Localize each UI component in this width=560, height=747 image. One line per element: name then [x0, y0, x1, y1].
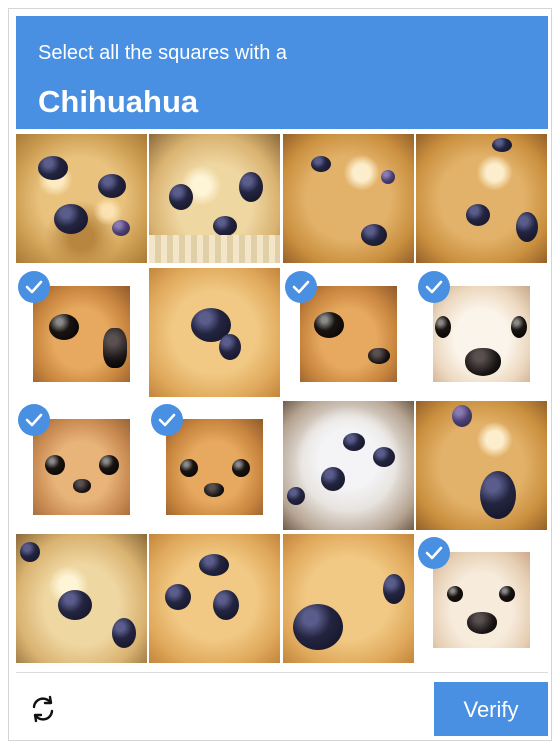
- grid-tile-4[interactable]: [416, 134, 547, 263]
- instruction-text: Select all the squares with a: [38, 42, 288, 64]
- grid-tile-10[interactable]: [149, 401, 280, 530]
- tile-image-chihuahua: [33, 286, 130, 382]
- grid-tile-6[interactable]: [149, 268, 280, 397]
- tile-image-muffin: [283, 534, 414, 663]
- tile-image-muffin: [16, 534, 147, 663]
- grid-tile-12[interactable]: [416, 401, 547, 530]
- tile-image-chihuahua: [433, 286, 530, 382]
- tile-image-muffin: [283, 134, 414, 263]
- check-circle-icon: [418, 271, 450, 303]
- check-circle-icon: [285, 271, 317, 303]
- image-grid: [16, 134, 548, 664]
- grid-tile-11[interactable]: [283, 401, 414, 530]
- grid-tile-15[interactable]: [283, 534, 414, 663]
- tile-image-chihuahua: [166, 419, 263, 515]
- tile-image-muffin: [149, 134, 280, 263]
- grid-tile-3[interactable]: [283, 134, 414, 263]
- grid-tile-1[interactable]: [16, 134, 147, 263]
- grid-tile-14[interactable]: [149, 534, 280, 663]
- check-circle-icon: [18, 404, 50, 436]
- tile-image-muffin: [149, 534, 280, 663]
- reload-icon: [32, 695, 54, 723]
- check-circle-icon: [418, 537, 450, 569]
- grid-tile-7[interactable]: [283, 268, 414, 397]
- verify-button[interactable]: Verify: [434, 682, 548, 736]
- grid-tile-13[interactable]: [16, 534, 147, 663]
- check-circle-icon: [18, 271, 50, 303]
- grid-tile-16[interactable]: [416, 534, 547, 663]
- check-circle-icon: [151, 404, 183, 436]
- tile-image-muffin: [16, 134, 147, 263]
- tile-image-muffin: [283, 401, 414, 530]
- grid-tile-8[interactable]: [416, 268, 547, 397]
- grid-tile-2[interactable]: [149, 134, 280, 263]
- grid-tile-5[interactable]: [16, 268, 147, 397]
- tile-image-muffin: [149, 268, 280, 397]
- grid-tile-9[interactable]: [16, 401, 147, 530]
- footer-divider: [16, 672, 548, 673]
- tile-image-chihuahua: [300, 286, 397, 382]
- target-keyword: Chihuahua: [38, 84, 199, 119]
- tile-image-muffin: [416, 401, 547, 530]
- tile-image-chihuahua: [33, 419, 130, 515]
- captcha-header: Select all the squares with a Chihuahua: [16, 16, 548, 129]
- tile-image-chihuahua: [433, 552, 530, 648]
- tile-image-muffin: [416, 134, 547, 263]
- reload-button[interactable]: [24, 690, 62, 728]
